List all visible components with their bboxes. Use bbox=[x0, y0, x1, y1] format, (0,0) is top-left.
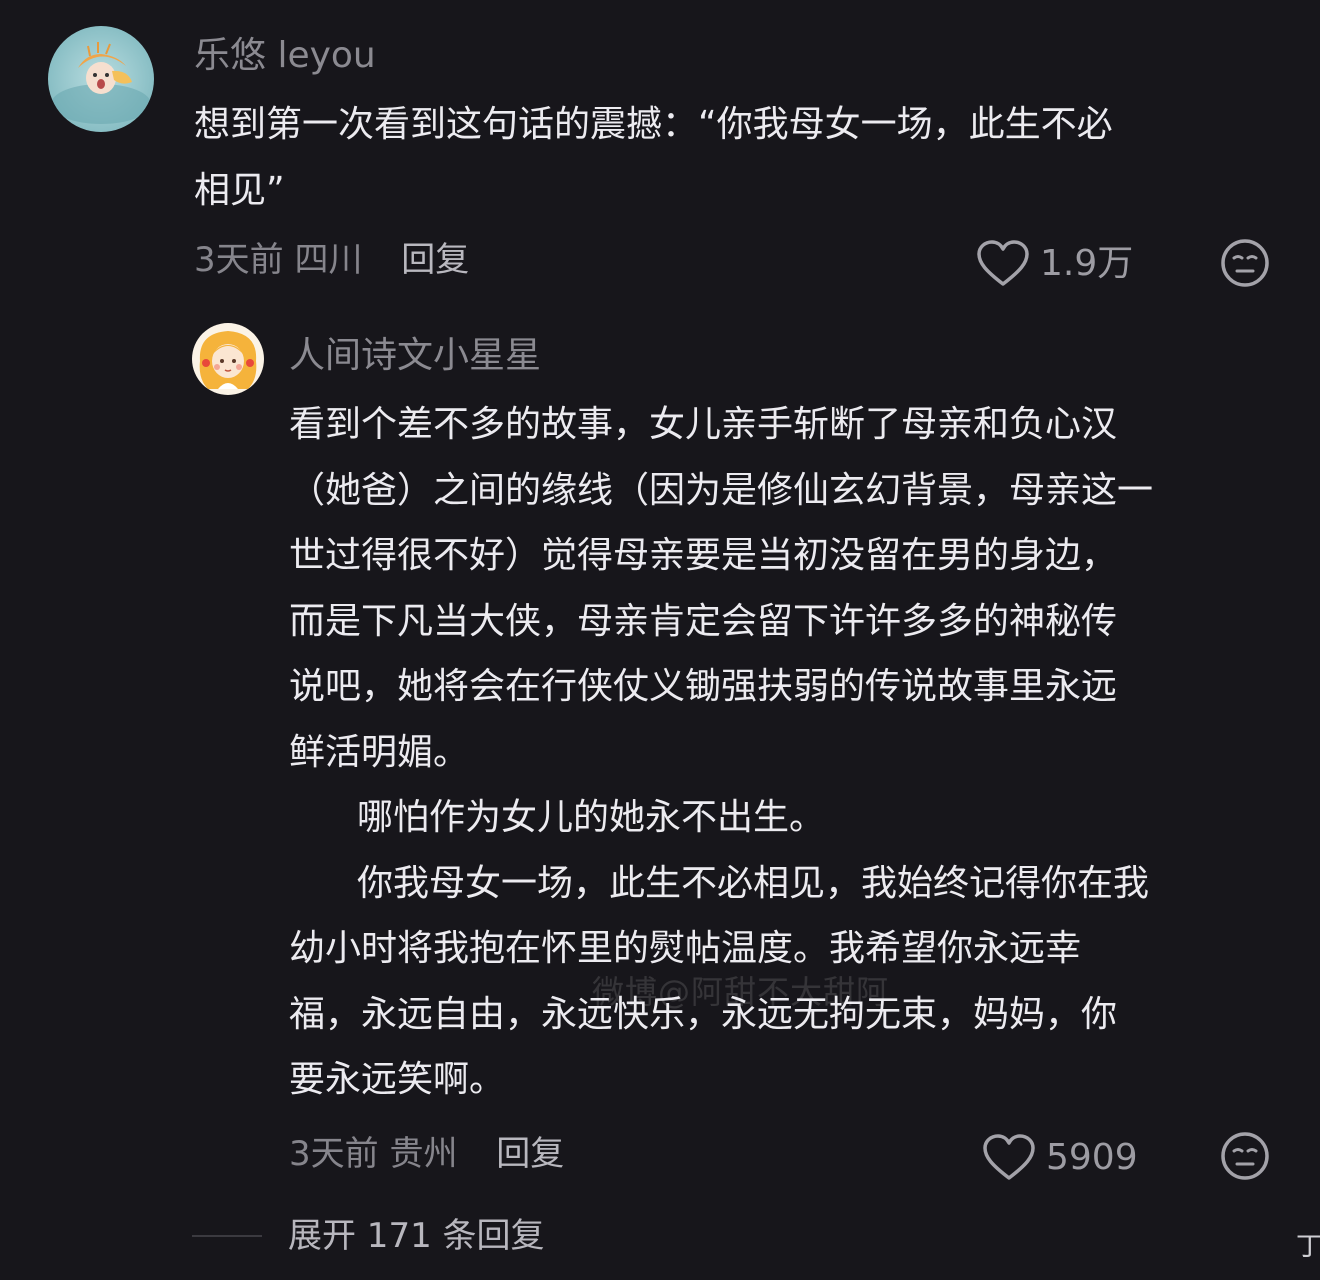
comment-1-time: 3天前 bbox=[194, 240, 284, 280]
watermark: 微博@阿甜不大甜阿 bbox=[592, 973, 890, 1011]
comment-2-like-count: 5909 bbox=[1046, 1137, 1138, 1178]
avatar-leyou[interactable] bbox=[48, 26, 154, 132]
unamused-face-icon bbox=[1221, 239, 1269, 287]
comment-1-line: 相见” bbox=[194, 169, 285, 211]
comment-2-username[interactable]: 人间诗文小星星 bbox=[289, 336, 541, 376]
comment-2-line: 而是下凡当大侠，母亲肯定会留下许许多多的神秘传 bbox=[289, 600, 1118, 642]
comment-2-dislike-button[interactable] bbox=[1219, 1130, 1271, 1186]
heart-outline-icon bbox=[983, 1134, 1035, 1180]
avatar-xiaoxingxing[interactable] bbox=[192, 323, 264, 395]
comment-1-like-button[interactable]: 1.9万 bbox=[976, 240, 1133, 288]
comment-2-paragraph-2: 哪怕作为女儿的她永不出生。 bbox=[357, 797, 826, 838]
comment-2-line: 鲜活明媚。 bbox=[289, 731, 470, 773]
comment-2-reply-button[interactable]: 回复 bbox=[496, 1134, 564, 1174]
comment-2-line: （她爸）之间的缘线（因为是修仙玄幻背景，母亲这一 bbox=[289, 469, 1154, 511]
comment-2-line: 看到个差不多的故事，女儿亲手斩断了母亲和负心汉 bbox=[289, 404, 1118, 445]
avatar-leyou-image bbox=[48, 26, 154, 132]
comment-1-reply-button[interactable]: 回复 bbox=[401, 240, 469, 280]
expand-replies-label: 展开 171 条回复 bbox=[288, 1216, 545, 1256]
expand-replies-button[interactable]: 展开 171 条回复 bbox=[192, 1216, 545, 1256]
comment-2-line: 要永远笑啊。 bbox=[289, 1059, 506, 1100]
comment-2-meta: 3天前 贵州 回复 bbox=[289, 1134, 564, 1174]
comment-2-line: 说吧，她将会在行侠仗义锄强扶弱的传说故事里永远 bbox=[289, 666, 1118, 707]
avatar-xiaoxingxing-image bbox=[192, 323, 264, 395]
comment-2-time: 3天前 bbox=[289, 1134, 379, 1174]
comment-2-location: 贵州 bbox=[389, 1134, 458, 1174]
comment-1-location: 四川 bbox=[294, 240, 363, 280]
comment-1-content: 想到第一次看到这句话的震撼：“你我母女一场，此生不必 相见” bbox=[194, 92, 1284, 223]
comment-1-meta: 3天前 四川 回复 bbox=[194, 240, 469, 280]
comment-2-like-button[interactable]: 5909 bbox=[982, 1134, 1138, 1182]
comment-1-dislike-button[interactable] bbox=[1219, 237, 1271, 293]
comment-2-line: 你我母女一场，此生不必相见，我始终记得你在我 bbox=[357, 862, 1150, 904]
heart-outline-icon bbox=[977, 240, 1029, 286]
unamused-face-icon bbox=[1221, 1132, 1269, 1180]
comment-1-like-count: 1.9万 bbox=[1040, 243, 1134, 284]
corner-glyph: 丁 bbox=[1296, 1232, 1320, 1262]
expand-divider bbox=[192, 1235, 262, 1237]
comment-1-line: 想到第一次看到这句话的震撼：“你我母女一场，此生不必 bbox=[194, 104, 1113, 145]
comment-1-username[interactable]: 乐悠 leyou bbox=[194, 36, 376, 76]
comment-2-line: 世过得很不好）觉得母亲要是当初没留在男的身边， bbox=[289, 535, 1118, 576]
